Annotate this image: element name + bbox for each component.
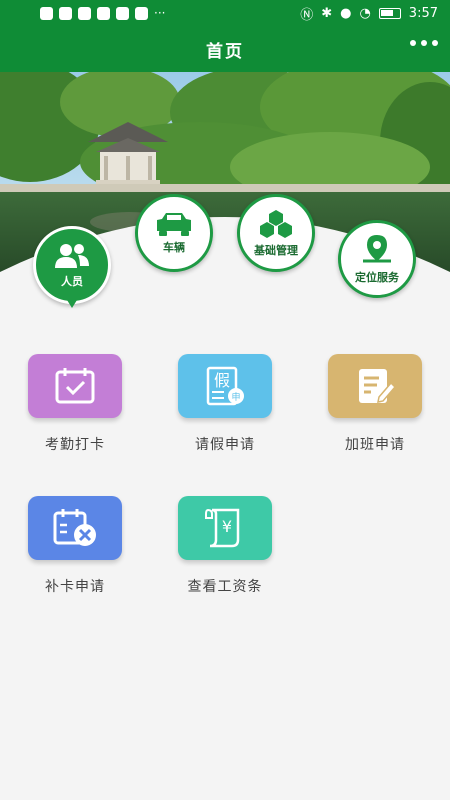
tile-salary-slip[interactable]: ¥ 查看工资条 xyxy=(165,496,285,596)
people-icon xyxy=(55,244,89,268)
speed-icon: ◔ xyxy=(359,5,371,21)
category-label: 车辆 xyxy=(163,241,185,254)
battery-icon xyxy=(378,7,401,19)
app-icon xyxy=(135,6,148,20)
stamp-char: 申 xyxy=(231,391,240,403)
app-icon xyxy=(78,6,91,20)
more-menu-button[interactable] xyxy=(410,40,438,46)
dot-icon xyxy=(410,40,416,46)
tile-overtime-request[interactable]: 加班申请 xyxy=(315,354,435,454)
more-notifications: ··· xyxy=(154,6,166,20)
notification-icon xyxy=(40,6,53,20)
category-label: 人员 xyxy=(61,275,83,288)
leave-form-icon: 假 申 xyxy=(206,366,244,406)
tile-label: 请假申请 xyxy=(195,437,255,453)
page-title: 首页 xyxy=(206,41,244,62)
tile-icon-box: ¥ xyxy=(178,496,272,560)
edit-note-icon xyxy=(359,369,397,403)
bluetooth-icon: ✱ xyxy=(321,5,333,21)
app-icon xyxy=(97,6,110,20)
status-bar: ··· Ⓝ ✱ ● ◔ 3:57 xyxy=(0,0,450,26)
app-header: 首页 xyxy=(0,26,450,72)
category-basic-management[interactable]: 基础管理 xyxy=(237,194,315,272)
tile-label: 考勤打卡 xyxy=(45,437,105,453)
tile-icon-box xyxy=(28,496,122,560)
category-label: 定位服务 xyxy=(355,271,399,284)
dot-icon xyxy=(421,40,427,46)
category-label: 基础管理 xyxy=(254,244,298,257)
notification-icons: ··· xyxy=(40,6,165,20)
calendar-check-icon xyxy=(55,368,95,404)
salary-scroll-icon: ¥ xyxy=(205,508,240,548)
tile-label: 查看工资条 xyxy=(187,579,263,595)
location-status-icon: ● xyxy=(340,5,352,21)
car-icon xyxy=(157,213,191,236)
tile-card-correction[interactable]: 补卡申请 xyxy=(15,496,135,596)
category-location-service[interactable]: 定位服务 xyxy=(338,220,416,298)
nfc-icon: Ⓝ xyxy=(300,7,314,23)
tile-icon-box: 假 申 xyxy=(178,354,272,418)
active-pointer xyxy=(62,292,82,308)
yen-symbol: ¥ xyxy=(222,517,232,536)
tile-label: 补卡申请 xyxy=(45,579,105,595)
location-icon xyxy=(363,235,391,263)
cubes-icon xyxy=(260,210,292,238)
dot-icon xyxy=(432,40,438,46)
form-char: 假 xyxy=(214,371,230,390)
clock: 3:57 xyxy=(408,5,438,21)
tile-attendance[interactable]: 考勤打卡 xyxy=(15,354,135,454)
calendar-x-icon xyxy=(53,509,96,546)
tile-label: 加班申请 xyxy=(345,437,405,453)
category-vehicles[interactable]: 车辆 xyxy=(135,194,213,272)
app-icon xyxy=(116,6,129,20)
tile-icon-box xyxy=(328,354,422,418)
tile-leave-request[interactable]: 假 申 请假申请 xyxy=(165,354,285,454)
tile-icon-box xyxy=(28,354,122,418)
wifi-icon xyxy=(59,6,72,20)
